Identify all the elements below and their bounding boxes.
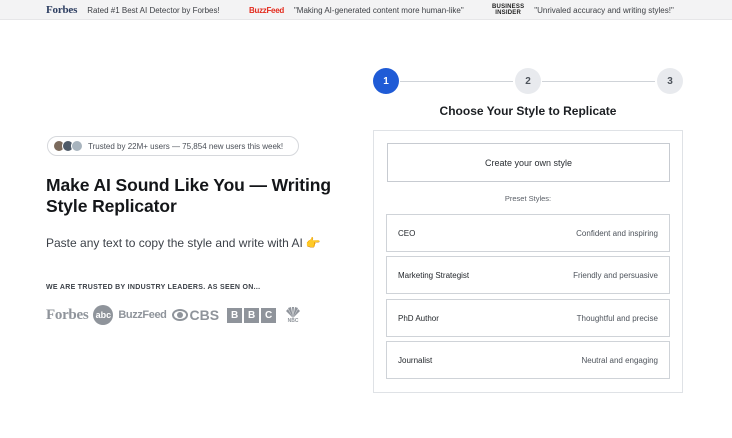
preset-style-ceo[interactable]: CEO Confident and inspiring	[386, 214, 670, 252]
as-seen-on-logos: Forbes abc BuzzFeed CBS B B C NBC	[46, 305, 302, 325]
preset-style-marketing-strategist[interactable]: Marketing Strategist Friendly and persua…	[386, 256, 670, 294]
cbs-eye-icon	[171, 309, 188, 321]
press-item-buzzfeed: BuzzFeed "Making AI-generated content mo…	[249, 0, 464, 20]
preset-style-description: Friendly and persuasive	[573, 270, 658, 280]
preset-style-name: Journalist	[398, 355, 433, 365]
nbc-logo: NBC	[284, 306, 302, 324]
bbc-letter: B	[227, 307, 243, 323]
bbc-letter: B	[244, 307, 260, 323]
create-own-style-button[interactable]: Create your own style	[387, 143, 670, 182]
buzzfeed-logo: BuzzFeed	[118, 309, 167, 321]
hero-subtitle-text: Paste any text to copy the style and wri…	[46, 236, 303, 250]
bbc-logo: B B C	[227, 307, 277, 323]
business-insider-logo: BUSINESS INSIDER	[492, 4, 524, 16]
pointing-hand-icon: 👉	[305, 236, 321, 250]
buzzfeed-logo: BuzzFeed	[249, 5, 284, 15]
press-bar: Forbes Rated #1 Best AI Detector by Forb…	[0, 0, 732, 20]
buzzfeed-quote: "Making AI-generated content more human-…	[293, 5, 464, 15]
preset-style-journalist[interactable]: Journalist Neutral and engaging	[386, 341, 670, 379]
page-title: Make AI Sound Like You — Writing Style R…	[46, 175, 331, 216]
preset-style-description: Thoughtful and precise	[576, 313, 658, 323]
press-item-business-insider: BUSINESS INSIDER "Unrivaled accuracy and…	[492, 0, 674, 20]
preset-styles-label: Preset Styles:	[504, 194, 552, 203]
avatar	[71, 140, 83, 152]
stepper-connector	[400, 81, 513, 82]
style-panel-title: Choose Your Style to Replicate	[439, 104, 617, 118]
preset-style-name: CEO	[398, 228, 416, 238]
bi-logo-line2: INSIDER	[495, 10, 522, 16]
trust-badge: Trusted by 22M+ users — 75,854 new users…	[47, 136, 299, 156]
step-3[interactable]: 3	[657, 68, 683, 94]
step-2[interactable]: 2	[515, 68, 541, 94]
trusted-by-label: WE ARE TRUSTED BY INDUSTRY LEADERS. AS S…	[46, 284, 261, 291]
abc-logo: abc	[93, 305, 114, 325]
user-avatars	[53, 140, 83, 152]
stepper-connector	[542, 81, 655, 82]
bbc-letter: C	[261, 307, 277, 323]
step-1[interactable]: 1	[373, 68, 399, 94]
forbes-quote: Rated #1 Best AI Detector by Forbes!	[87, 5, 220, 15]
preset-style-phd-author[interactable]: PhD Author Thoughtful and precise	[386, 299, 670, 337]
preset-style-name: Marketing Strategist	[398, 270, 470, 280]
business-insider-quote: "Unrivaled accuracy and writing styles!"	[534, 5, 674, 15]
hero-subtitle: Paste any text to copy the style and wri…	[46, 236, 321, 250]
press-item-forbes: Forbes Rated #1 Best AI Detector by Forb…	[46, 0, 220, 20]
cbs-logo: CBS	[171, 307, 220, 323]
cbs-logo-text: CBS	[189, 307, 220, 323]
forbes-logo: Forbes	[46, 4, 78, 16]
nbc-peacock-icon	[286, 306, 301, 318]
preset-style-description: Confident and inspiring	[576, 228, 658, 238]
style-selection-panel: Create your own style Preset Styles: CEO…	[373, 130, 683, 393]
preset-style-name: PhD Author	[398, 313, 439, 323]
preset-style-description: Neutral and engaging	[581, 355, 658, 365]
forbes-logo: Forbes	[46, 306, 89, 323]
trust-text: Trusted by 22M+ users — 75,854 new users…	[88, 141, 284, 151]
nbc-logo-text: NBC	[287, 317, 299, 324]
